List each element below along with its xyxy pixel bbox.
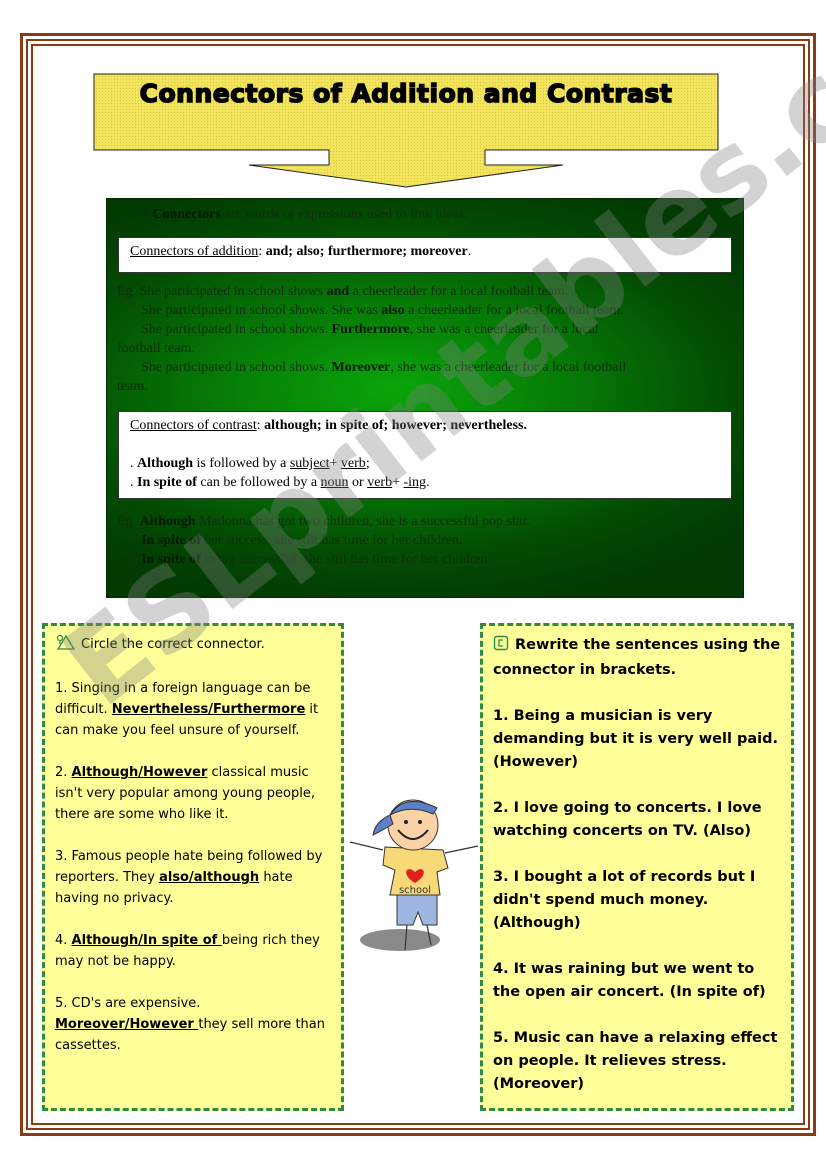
contrast-list: although; in spite of; however; neverthe… xyxy=(264,418,528,433)
exercise1-item: 4. Although/In spite of being rich they … xyxy=(55,933,320,969)
contrast-example: In spite of her success, she still has t… xyxy=(141,533,463,548)
document-icon xyxy=(493,635,509,659)
connector-choice[interactable]: Although/However xyxy=(72,765,208,780)
contrast-example: In spite of being successful, she still … xyxy=(141,552,492,567)
exercise2-item: 2. I love going to concerts. I love watc… xyxy=(493,800,762,839)
addition-label: Connectors of addition xyxy=(130,244,259,259)
contrast-label: Connectors of contrast xyxy=(130,418,257,433)
addition-list: and; also; furthermore; moreover xyxy=(265,244,468,259)
addition-example-wrap: football team. xyxy=(117,341,195,356)
exercise2-item: 5. Music can have a relaxing effect on p… xyxy=(493,1030,778,1092)
exercise1-item: 2. Although/However classical music isn'… xyxy=(55,765,315,822)
connector-choice[interactable]: also/although xyxy=(159,870,259,885)
addition-example: Eg. She participated in school shows and… xyxy=(117,284,569,299)
addition-example: She participated in school shows. Furthe… xyxy=(141,322,599,337)
contrast-heading: Connectors of contrast: although; in spi… xyxy=(130,418,528,433)
title-banner: Connectors of Addition and Contrast xyxy=(93,73,719,189)
definition-line: > Connectors are words or expressions us… xyxy=(141,207,468,222)
contrast-example: Eg. Although Madonna has got two childre… xyxy=(117,514,530,529)
contrast-box: Connectors of contrast: although; in spi… xyxy=(118,411,732,499)
connector-choice[interactable]: Although/In spite of xyxy=(72,933,222,948)
exercise2-item: 3. I bought a lot of records but I didn'… xyxy=(493,869,756,931)
addition-example-wrap: team. xyxy=(117,379,148,394)
exercise1-instruction: Circle the correct connector. xyxy=(55,634,331,657)
pencil-triangle-icon xyxy=(55,634,76,657)
connector-choice[interactable]: Moreover/However xyxy=(55,1017,198,1032)
addition-box: Connectors of addition: and; also; furth… xyxy=(118,237,732,273)
contrast-rule-in-spite-of: . In spite of can be followed by a noun … xyxy=(130,475,430,490)
addition-example: She participated in school shows. She wa… xyxy=(141,303,624,318)
exercise2-instruction: Rewrite the sentences using the connecto… xyxy=(493,635,781,678)
addition-example: She participated in school shows. Moreov… xyxy=(141,360,627,375)
exercise1-item: 1. Singing in a foreign language can be … xyxy=(55,681,319,738)
exercise-circle-connector: Circle the correct connector. 1. Singing… xyxy=(42,623,344,1111)
connector-choice[interactable]: Nevertheless/Furthermore xyxy=(112,702,305,717)
exercise-rewrite-sentences: Rewrite the sentences using the connecto… xyxy=(480,623,794,1111)
grammar-panel: > Connectors are words or expressions us… xyxy=(106,198,744,598)
schoolboy-illustration: school xyxy=(345,790,485,960)
shirt-text: school xyxy=(399,885,431,896)
exercise1-item: 5. CD's are expensive. Moreover/However … xyxy=(55,996,325,1053)
exercise1-item: 3. Famous people hate being followed by … xyxy=(55,849,323,906)
exercise2-item: 1. Being a musician is very demanding bu… xyxy=(493,708,778,770)
page-title: Connectors of Addition and Contrast xyxy=(139,78,673,109)
exercise2-item: 4. It was raining but we went to the ope… xyxy=(493,961,766,1000)
contrast-rule-although: . Although is followed by a subject+ ver… xyxy=(130,456,370,471)
